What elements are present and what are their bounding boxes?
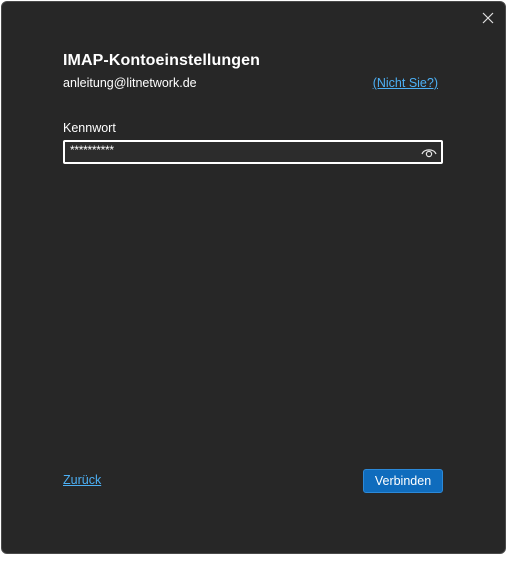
- close-icon: [482, 12, 494, 24]
- password-field[interactable]: **********: [63, 140, 443, 164]
- eye-icon: [421, 149, 437, 158]
- close-button[interactable]: [473, 4, 503, 32]
- reveal-password-button[interactable]: [419, 143, 439, 161]
- dialog-title: IMAP-Kontoeinstellungen: [63, 52, 260, 69]
- connect-button[interactable]: Verbinden: [363, 469, 443, 493]
- back-link[interactable]: Zurück: [63, 473, 101, 487]
- password-label: Kennwort: [63, 121, 116, 135]
- imap-settings-dialog: IMAP-Kontoeinstellungen anleitung@litnet…: [1, 1, 506, 554]
- account-email: anleitung@litnetwork.de: [63, 76, 197, 90]
- not-you-link[interactable]: (Nicht Sie?): [373, 76, 438, 90]
- password-value[interactable]: **********: [70, 143, 114, 157]
